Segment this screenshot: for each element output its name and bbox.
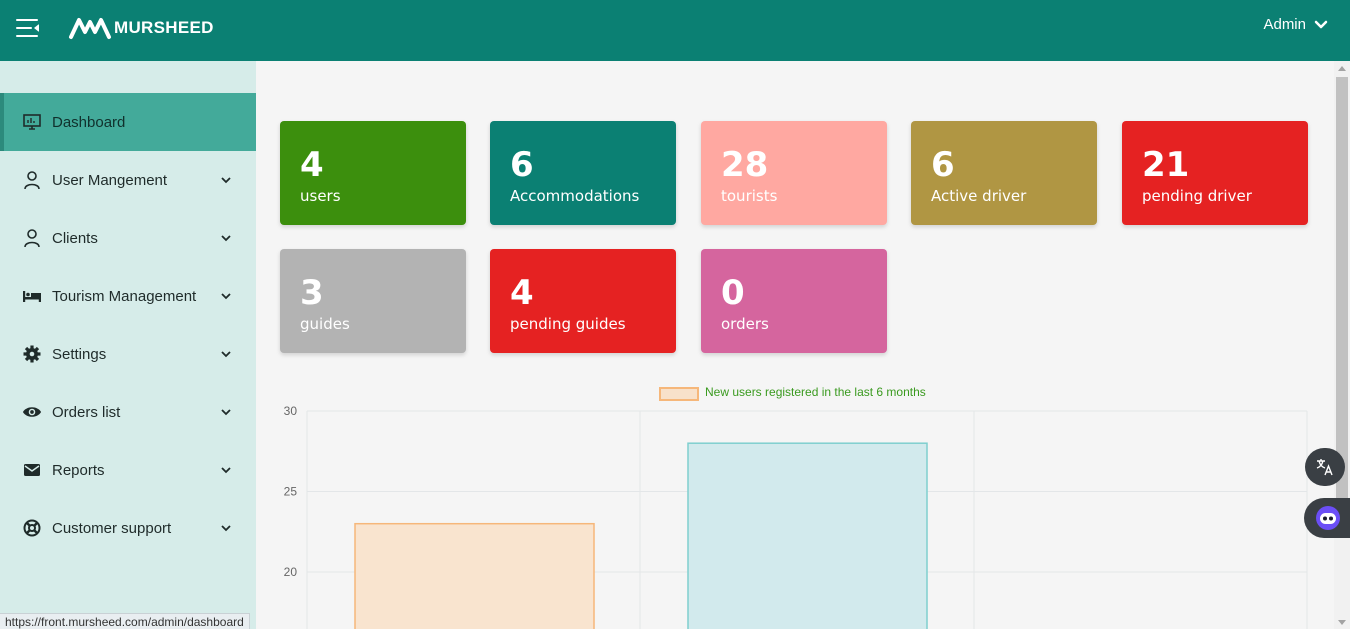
sidebar-item-label: User Mangement: [52, 171, 168, 189]
chevron-down-icon: [221, 409, 231, 416]
stat-card-pending-guides[interactable]: 4 pending guides: [490, 249, 676, 353]
stat-card-orders[interactable]: 0 orders: [701, 249, 887, 353]
translate-button[interactable]: [1305, 448, 1345, 486]
sidebar-item-customer-support[interactable]: Customer support: [0, 499, 256, 557]
bed-icon: [22, 286, 42, 306]
stat-card-users[interactable]: 4 users: [280, 121, 466, 225]
card-label: Accommodations: [510, 187, 640, 205]
logo[interactable]: MURSHEED: [68, 14, 214, 42]
sidebar-item-label: Reports: [52, 461, 105, 479]
admin-menu[interactable]: Admin: [1263, 16, 1328, 33]
card-label: tourists: [721, 187, 778, 205]
card-count: 21: [1142, 145, 1190, 185]
stat-card-active-driver[interactable]: 6 Active driver: [911, 121, 1097, 225]
status-bar-url: https://front.mursheed.com/admin/dashboa…: [0, 613, 250, 629]
sidebar-item-label: Customer support: [52, 519, 172, 537]
card-label: guides: [300, 315, 350, 333]
gear-icon: [22, 344, 42, 364]
monitor-icon: [22, 112, 42, 132]
sidebar-item-dashboard[interactable]: Dashboard: [0, 93, 256, 151]
sidebar-item-tourism-management[interactable]: Tourism Management: [0, 267, 256, 325]
y-tick-label: 25: [284, 485, 298, 499]
card-count: 4: [510, 273, 534, 313]
y-tick-label: 20: [284, 565, 298, 579]
card-count: 0: [721, 273, 745, 313]
logo-mark-icon: [69, 18, 111, 39]
sidebar-item-user-management[interactable]: User Mangement: [0, 151, 256, 209]
menu-toggle-icon[interactable]: [16, 17, 40, 39]
card-count: 6: [510, 145, 534, 185]
chart-bar[interactable]: [354, 522, 595, 629]
user-icon: [22, 228, 42, 248]
chevron-down-icon: [221, 177, 231, 184]
stat-card-accommodations[interactable]: 6 Accommodations: [490, 121, 676, 225]
card-count: 4: [300, 145, 324, 185]
sidebar-item-reports[interactable]: Reports: [0, 441, 256, 499]
bot-face-icon: [1316, 506, 1340, 530]
chart-bar[interactable]: [687, 442, 928, 629]
card-label: Active driver: [931, 187, 1027, 205]
logo-text: MURSHEED: [114, 18, 214, 37]
sidebar-item-label: Settings: [52, 345, 107, 363]
card-label: orders: [721, 315, 769, 333]
lifebuoy-icon: [22, 518, 42, 538]
chevron-down-icon: [1314, 20, 1328, 28]
stat-card-guides[interactable]: 3 guides: [280, 249, 466, 353]
scroll-down-arrow-icon[interactable]: [1338, 620, 1346, 625]
envelope-icon: [22, 460, 42, 480]
card-label: pending guides: [510, 315, 626, 333]
assistant-bot-button[interactable]: [1304, 498, 1350, 538]
card-label: pending driver: [1142, 187, 1252, 205]
card-label: users: [300, 187, 341, 205]
card-count: 3: [300, 273, 324, 313]
sidebar-item-orders-list[interactable]: Orders list: [0, 383, 256, 441]
card-count: 6: [931, 145, 955, 185]
stat-card-pending-driver[interactable]: 21 pending driver: [1122, 121, 1308, 225]
new-users-bar-chart: 30 25 20: [284, 404, 1308, 629]
scrollbar-thumb[interactable]: [1336, 77, 1348, 501]
sidebar-item-label: Orders list: [52, 403, 121, 421]
page-scrollbar[interactable]: [1334, 61, 1350, 629]
y-tick-label: 30: [284, 404, 298, 418]
chevron-down-icon: [221, 235, 231, 242]
translate-icon: [1316, 459, 1333, 476]
chevron-down-icon: [221, 293, 231, 300]
card-count: 28: [721, 145, 769, 185]
sidebar-item-label: Tourism Management: [52, 287, 197, 305]
chevron-down-icon: [221, 467, 231, 474]
admin-label: Admin: [1263, 16, 1306, 33]
top-bar: MURSHEED Admin: [0, 0, 1350, 61]
sidebar-item-clients[interactable]: Clients: [0, 209, 256, 267]
chevron-down-icon: [221, 351, 231, 358]
user-icon: [22, 170, 42, 190]
eye-icon: [22, 402, 42, 422]
sidebar-item-label: Dashboard: [52, 113, 126, 131]
sidebar: Dashboard User Mangement Clients Tourism…: [0, 61, 256, 629]
stat-card-tourists[interactable]: 28 tourists: [701, 121, 887, 225]
sidebar-item-settings[interactable]: Settings: [0, 325, 256, 383]
scroll-up-arrow-icon[interactable]: [1338, 66, 1346, 71]
chevron-down-icon: [221, 525, 231, 532]
sidebar-item-label: Clients: [52, 229, 98, 247]
